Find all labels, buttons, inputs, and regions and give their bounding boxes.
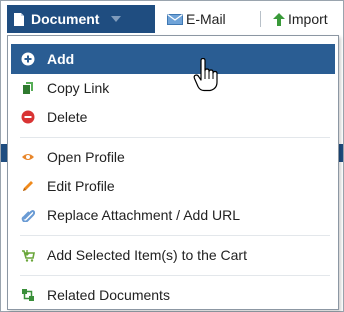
menu-item-add-to-cart[interactable]: Add Selected Item(s) to the Cart: [11, 240, 335, 270]
menu-divider: [20, 137, 330, 138]
envelope-icon: [167, 13, 183, 25]
email-label: E-Mail: [186, 11, 226, 27]
menu-item-add[interactable]: Add: [11, 44, 335, 74]
chevron-down-icon: [111, 16, 122, 22]
menu-item-related-documents[interactable]: Related Documents: [11, 280, 335, 310]
toolbar: Document E-Mail Import: [1, 1, 343, 34]
menu-item-label: Edit Profile: [47, 178, 115, 194]
menu-item-label: Add Selected Item(s) to the Cart: [47, 247, 247, 263]
menu-item-label: Open Profile: [47, 149, 125, 165]
menu-item-label: Related Documents: [47, 287, 170, 303]
hand-pointer-cursor: [193, 57, 219, 92]
menu-item-open-profile[interactable]: Open Profile: [11, 142, 335, 172]
eye-icon: [21, 150, 35, 164]
cart-icon: [21, 248, 35, 262]
menu-item-label: Replace Attachment / Add URL: [47, 207, 240, 223]
email-button[interactable]: E-Mail: [167, 5, 226, 33]
menu-item-replace-attachment[interactable]: Replace Attachment / Add URL: [11, 200, 335, 230]
copy-link-icon: [21, 81, 35, 95]
toolbar-divider: [260, 11, 261, 27]
document-menu-button[interactable]: Document: [7, 5, 155, 33]
document-icon: [13, 12, 25, 27]
menu-divider: [20, 235, 330, 236]
menu-item-label: Delete: [47, 109, 88, 125]
document-dropdown-menu: Add Copy Link Delete Open Profile Edit P…: [7, 35, 339, 310]
menu-item-copy-link[interactable]: Copy Link: [11, 73, 335, 103]
plus-circle-icon: [21, 52, 35, 66]
pencil-icon: [21, 179, 35, 193]
menu-item-edit-profile[interactable]: Edit Profile: [11, 171, 335, 201]
document-menu-label: Document: [31, 11, 100, 27]
arrow-up-icon: [273, 12, 285, 26]
background-selected-row-edge: [339, 144, 343, 162]
related-docs-icon: [21, 288, 35, 302]
delete-icon: [21, 110, 35, 124]
menu-item-label: Copy Link: [47, 80, 110, 96]
paperclip-icon: [21, 208, 35, 222]
menu-divider: [20, 275, 330, 276]
import-button[interactable]: Import: [273, 5, 328, 33]
menu-item-delete[interactable]: Delete: [11, 102, 335, 132]
import-label: Import: [288, 11, 328, 27]
menu-item-label: Add: [47, 51, 75, 67]
